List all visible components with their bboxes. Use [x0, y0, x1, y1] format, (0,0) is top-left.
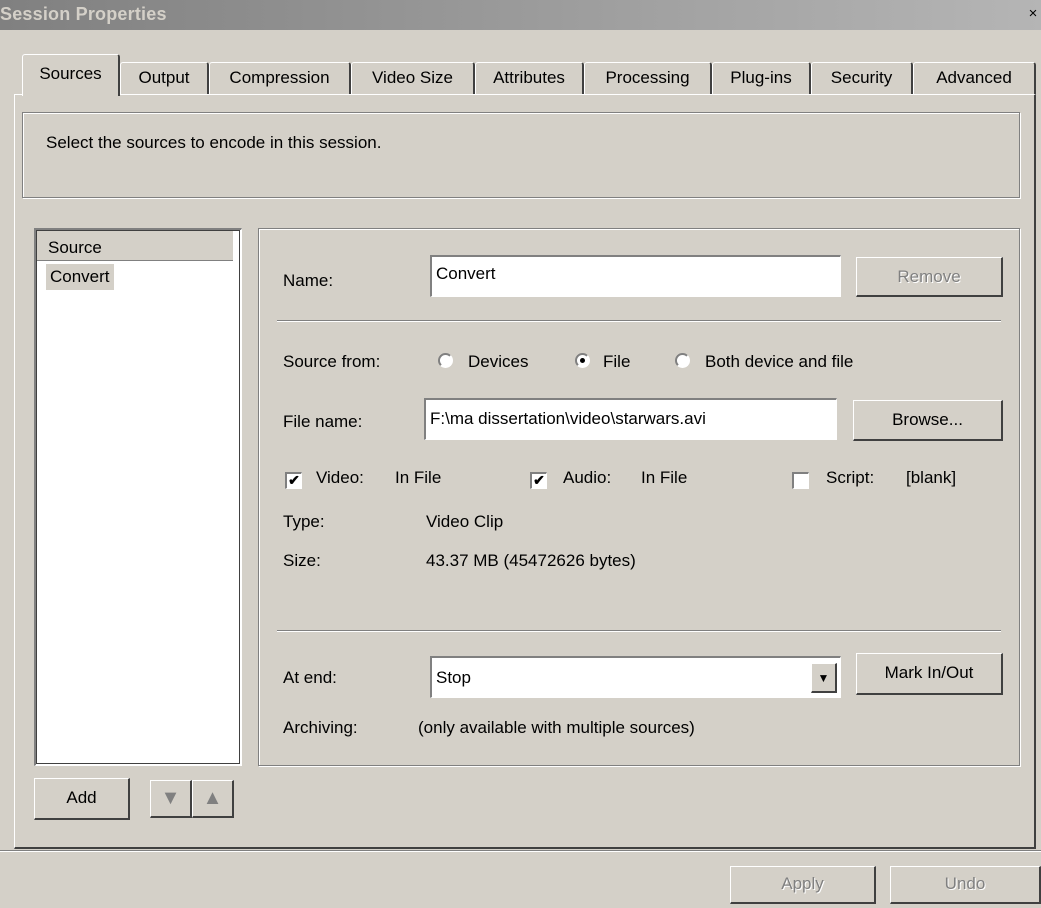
- separator: [277, 630, 1001, 632]
- at-end-label: At end:: [283, 668, 337, 687]
- type-value: Video Clip: [426, 512, 504, 531]
- file-name-label: File name:: [283, 412, 363, 431]
- audio-value: In File: [641, 468, 688, 487]
- move-up-icon[interactable]: ▲: [192, 780, 234, 818]
- script-value: [blank]: [906, 468, 957, 487]
- type-label: Type:: [283, 512, 325, 531]
- chevron-down-icon[interactable]: ▼: [811, 663, 837, 693]
- both-radio[interactable]: [675, 353, 690, 368]
- remove-button[interactable]: Remove: [856, 257, 1003, 297]
- undo-button[interactable]: Undo: [890, 866, 1041, 904]
- script-label[interactable]: Script:: [826, 468, 874, 488]
- browse-button[interactable]: Browse...: [853, 400, 1003, 441]
- audio-label[interactable]: Audio:: [563, 468, 611, 488]
- file-radio[interactable]: [575, 353, 590, 368]
- file-name-field[interactable]: F:\ma dissertation\video\starwars.avi: [424, 398, 837, 440]
- list-header-label: Source: [48, 238, 102, 257]
- footer-separator: [0, 850, 1041, 852]
- audio-checkbox[interactable]: ✔: [530, 472, 547, 489]
- video-checkbox[interactable]: ✔: [285, 472, 302, 489]
- separator: [277, 320, 1001, 322]
- video-label[interactable]: Video:: [316, 468, 364, 488]
- radio-selected-dot: [580, 358, 585, 363]
- devices-radio-label[interactable]: Devices: [468, 352, 528, 372]
- both-radio-label[interactable]: Both device and file: [705, 352, 853, 372]
- apply-button[interactable]: Apply: [730, 866, 876, 904]
- archiving-label: Archiving:: [283, 718, 358, 737]
- list-item[interactable]: Convert: [46, 264, 114, 290]
- mark-in-out-button[interactable]: Mark In/Out: [856, 653, 1003, 695]
- devices-radio[interactable]: [438, 353, 453, 368]
- source-from-label: Source from:: [283, 352, 381, 371]
- name-field[interactable]: Convert: [430, 255, 841, 297]
- video-value: In File: [395, 468, 442, 487]
- add-button[interactable]: Add: [34, 778, 130, 820]
- move-down-icon[interactable]: ▼: [150, 780, 192, 818]
- info-text: Select the sources to encode in this ses…: [46, 133, 382, 152]
- info-box: [22, 112, 1020, 198]
- archiving-value: (only available with multiple sources): [418, 718, 695, 737]
- file-radio-label[interactable]: File: [603, 352, 630, 372]
- size-value: 43.37 MB (45472626 bytes): [426, 551, 636, 570]
- size-label: Size:: [283, 551, 321, 570]
- source-list[interactable]: [34, 228, 242, 766]
- name-label: Name:: [283, 271, 334, 290]
- at-end-select[interactable]: Stop: [430, 656, 841, 698]
- script-checkbox[interactable]: [792, 472, 809, 489]
